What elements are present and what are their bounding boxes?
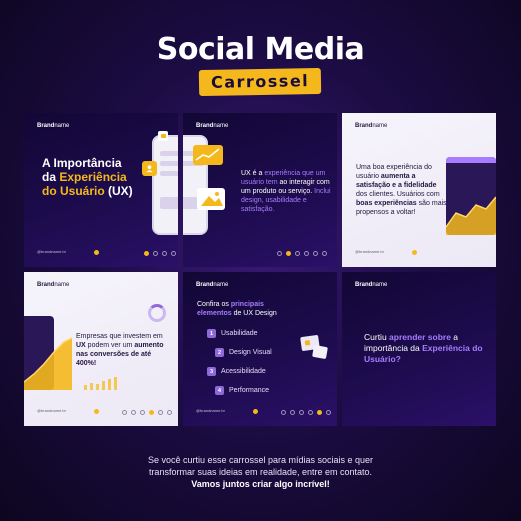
pagination-dot: [281, 410, 286, 415]
pagination-dot: [158, 410, 163, 415]
carousel-card-6: Brandname Curtiu aprender sobre a import…: [342, 272, 496, 426]
pagination-dot: [153, 251, 158, 256]
pagination-dot: [167, 410, 172, 415]
pagination-dot: [322, 251, 327, 256]
brand-logo: Brandname: [196, 282, 229, 288]
pagination-dot: [286, 251, 291, 256]
arrow-icon: [253, 409, 258, 414]
carousel-card-1: Brandname A Importância da Experiência d…: [24, 113, 178, 267]
brand-logo: Brandname: [355, 282, 388, 288]
pagination-dot: [317, 410, 322, 415]
pagination-dot: [122, 410, 127, 415]
card-footer-handle: @brandname.br: [355, 249, 384, 254]
phone-mockup: [152, 135, 178, 235]
pagination-dots: [281, 410, 331, 415]
card-4-text: Empresas que investem em UX podem ver um…: [76, 333, 164, 367]
carousel-card-4: Brandname Empresas que investem em UX po…: [24, 272, 178, 426]
list-item: 3 Acessibilidade: [207, 367, 266, 376]
card-1-headline: A Importância da Experiência do Usuário …: [42, 156, 133, 198]
arrow-icon: [412, 250, 417, 255]
image-card-icon: [312, 344, 328, 360]
pagination-dot: [149, 410, 154, 415]
card-6-text: Curtiu aprender sobre a importância da E…: [364, 332, 483, 364]
list-item: 2 Design Visual: [215, 348, 272, 357]
carousel-card-5: Brandname Confira os principais elemento…: [183, 272, 337, 426]
card-footer-handle: @brandname.br: [37, 408, 66, 413]
chart-card-illustration: [24, 316, 73, 390]
pagination-dot: [131, 410, 136, 415]
list-item: 1 Usabilidade: [207, 329, 258, 338]
card-3-text: Uma boa experiência do usuário aumenta a…: [356, 164, 447, 216]
arrow-icon: [94, 250, 99, 255]
carousel-card-3: Brandname Uma boa experiência do usuário…: [342, 113, 496, 267]
pagination-dot: [313, 251, 318, 256]
image-icon: [197, 188, 225, 210]
brand-logo: Brandname: [37, 282, 70, 288]
pagination-dot: [162, 251, 167, 256]
lock-icon: [158, 131, 168, 141]
brand-logo: Brandname: [37, 123, 70, 129]
pagination-dot: [144, 251, 149, 256]
pagination-dot: [277, 251, 282, 256]
card-5-heading: Confira os principais elementos de UX De…: [197, 301, 277, 317]
pagination-dot: [171, 251, 176, 256]
chart-card-illustration: [446, 157, 496, 235]
brand-logo: Brandname: [355, 123, 388, 129]
card-footer-handle: @brandname.br: [196, 408, 225, 413]
pagination-dots: [277, 251, 327, 256]
arrow-icon: [94, 409, 99, 414]
page-subtitle-badge: Carrossel: [199, 67, 322, 97]
pagination-dot: [299, 410, 304, 415]
bar-chart-icon: [84, 376, 118, 390]
pagination-dot: [304, 251, 309, 256]
pagination-dot: [290, 410, 295, 415]
pagination-dots: [144, 251, 178, 256]
pagination-dot: [308, 410, 313, 415]
footer-message: Se você curtiu esse carrossel para mídia…: [147, 455, 374, 489]
pagination-dots: [122, 410, 172, 415]
pagination-dot: [295, 251, 300, 256]
card-2-text: UX é a experiência que um usuário tem ao…: [241, 170, 331, 213]
brand-logo: Brandname: [196, 123, 229, 129]
list-item: 4 Performance: [215, 386, 269, 395]
header: Social Media Carrossel: [0, 32, 521, 97]
pagination-dot: [326, 410, 331, 415]
carousel-card-2: Brandname UX é a experiência que um usuá…: [183, 113, 337, 267]
pagination-dot: [140, 410, 145, 415]
card-footer-handle: @brandname.br: [37, 249, 66, 254]
page-title: Social Media: [156, 32, 365, 67]
progress-ring-icon: [148, 304, 166, 322]
chart-card-icon: [193, 145, 223, 165]
user-icon: [142, 161, 157, 176]
